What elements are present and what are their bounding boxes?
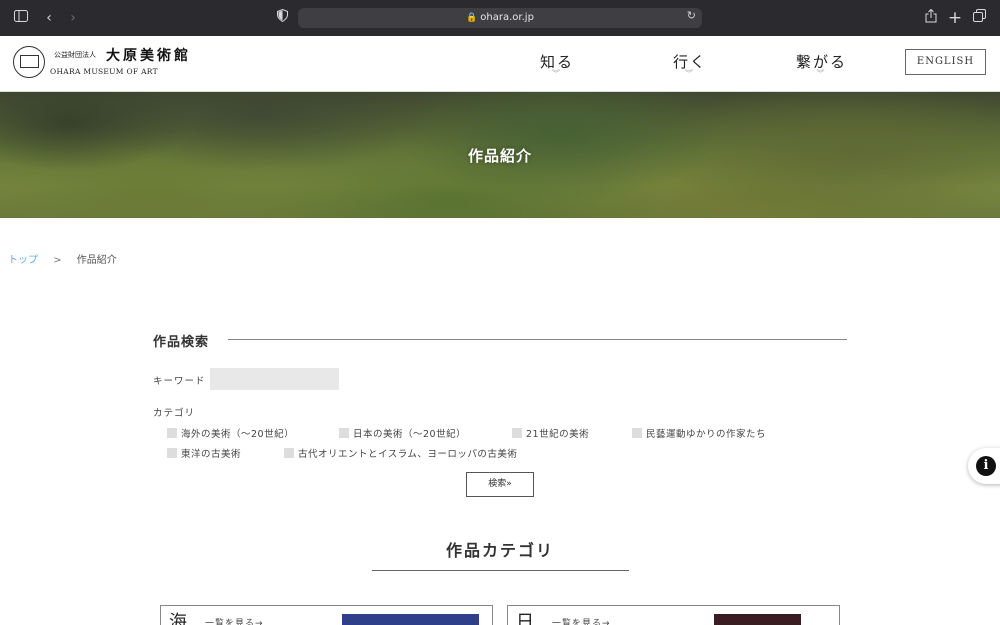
checkbox[interactable] — [512, 428, 522, 438]
tabs-icon[interactable] — [970, 9, 988, 27]
forward-icon[interactable]: › — [64, 9, 82, 27]
chevron-down-icon: ︾ — [816, 69, 827, 78]
address-bar[interactable]: 🔒 ohara.or.jp ↻ — [298, 8, 702, 28]
category-section-title: 作品カテゴリ — [445, 541, 554, 560]
url-text: ohara.or.jp — [480, 12, 534, 23]
logo-english-name: OHARA MUSEUM OF ART — [50, 67, 158, 76]
divider — [372, 570, 629, 571]
category-label: カテゴリ — [153, 408, 196, 419]
page-title: 作品紹介 — [467, 147, 532, 165]
english-button[interactable]: ENGLISH — [905, 49, 986, 75]
info-icon: i — [976, 456, 996, 476]
logo-museum-name[interactable]: 大原美術館 — [106, 45, 191, 65]
card-initial: 日 — [516, 612, 534, 625]
plus-icon[interactable]: + — [946, 9, 964, 27]
category-checkbox-21st-century[interactable]: 21世紀の美術 — [512, 426, 589, 440]
view-list-link[interactable]: 一覧を見る→ — [205, 616, 264, 625]
search-section-title: 作品検索 — [153, 335, 210, 350]
breadcrumb-separator: > — [53, 255, 62, 266]
breadcrumb: トップ > 作品紹介 — [8, 251, 117, 266]
breadcrumb-home-link[interactable]: トップ — [8, 255, 38, 266]
site-header: 公益財団法人 大原美術館 OHARA MUSEUM OF ART 知る ︾ 行く ︾… — [0, 36, 1000, 92]
checkbox[interactable] — [167, 428, 177, 438]
back-icon[interactable]: ‹ — [40, 9, 58, 27]
card-thumbnail[interactable] — [342, 614, 479, 625]
card-initial: 海 — [169, 612, 187, 625]
view-list-link[interactable]: 一覧を見る→ — [552, 616, 611, 625]
reload-icon[interactable]: ↻ — [687, 9, 696, 22]
logo-foundation-text: 公益財団法人 — [54, 51, 96, 59]
nav-item-visit[interactable]: 行く ︾ — [673, 51, 707, 78]
nav-item-know[interactable]: 知る ︾ — [540, 51, 574, 78]
sidebar-icon[interactable] — [12, 9, 30, 27]
browser-toolbar: ‹ › 🔒 ohara.or.jp ↻ + — [0, 0, 1000, 36]
museum-logo-seal[interactable] — [13, 46, 45, 78]
category-checkbox-mingei[interactable]: 民藝運動ゆかりの作家たち — [632, 426, 766, 440]
hero-banner: 作品紹介 — [0, 92, 1000, 218]
keyword-input[interactable] — [210, 368, 339, 390]
category-checkbox-ancient-orient[interactable]: 古代オリエントとイスラム、ヨーロッパの古美術 — [284, 446, 517, 460]
category-card-japanese[interactable]: 日 一覧を見る→ — [507, 605, 840, 625]
checkbox[interactable] — [339, 428, 349, 438]
checkbox[interactable] — [284, 448, 294, 458]
breadcrumb-current: 作品紹介 — [76, 255, 117, 266]
category-checkbox-western-art[interactable]: 海外の美術（〜20世紀） — [167, 426, 294, 440]
keyword-label: キーワード — [153, 376, 206, 387]
chevron-down-icon: ︾ — [685, 69, 695, 78]
lock-icon: 🔒 — [466, 13, 478, 23]
category-checkbox-oriental-antiques[interactable]: 東洋の古美術 — [167, 446, 241, 460]
checkbox[interactable] — [632, 428, 642, 438]
share-icon[interactable] — [922, 8, 940, 27]
search-button[interactable]: 検索» — [466, 472, 534, 497]
checkbox[interactable] — [167, 448, 177, 458]
chevron-down-icon: ︾ — [552, 69, 562, 78]
divider — [228, 339, 847, 340]
category-checkbox-japanese-art[interactable]: 日本の美術（〜20世紀） — [339, 426, 466, 440]
nav-item-connect[interactable]: 繋がる ︾ — [796, 51, 847, 78]
card-thumbnail[interactable] — [714, 614, 801, 625]
shield-icon[interactable] — [273, 8, 291, 27]
category-card-western[interactable]: 海 一覧を見る→ — [160, 605, 493, 625]
info-button[interactable]: i — [968, 448, 1000, 484]
